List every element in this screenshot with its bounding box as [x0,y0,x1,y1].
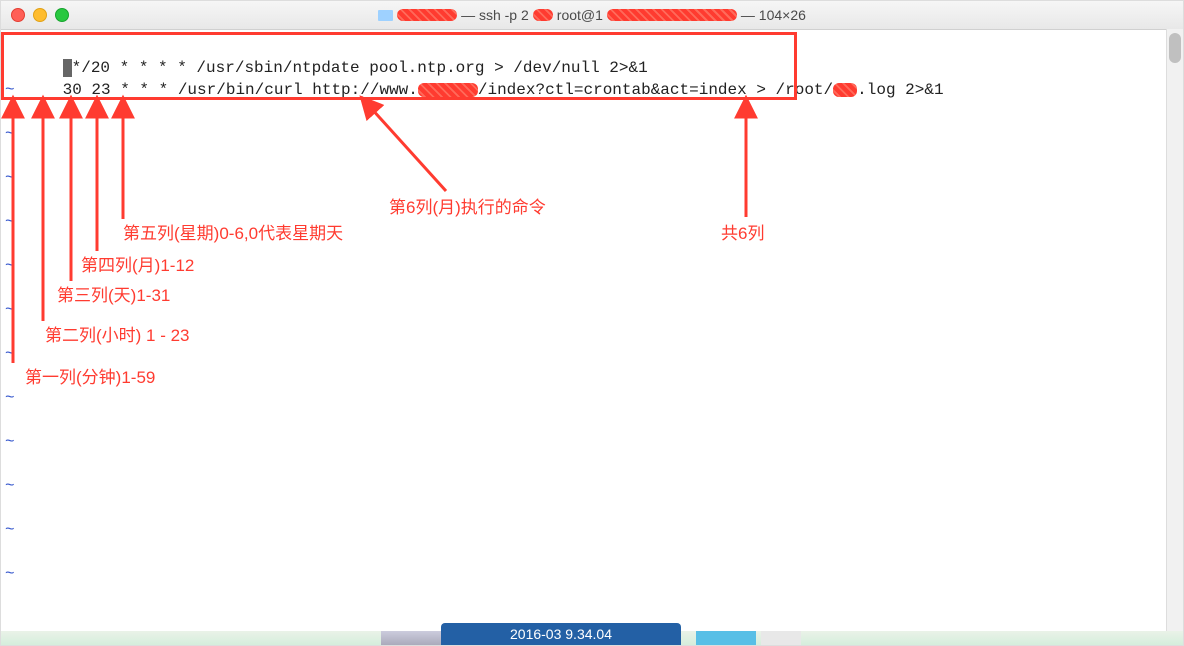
title-part3: — 104×26 [741,7,806,23]
redaction-icon [397,9,457,21]
annotation-col3: 第三列(天)1-31 [57,281,170,306]
title-part2: root@1 [557,7,603,23]
dock-item-strip [696,631,756,645]
redaction-icon [833,83,857,97]
vi-tilde: ~ [5,299,15,321]
close-icon[interactable] [11,8,25,22]
annotation-col5: 第五列(星期)0-6,0代表星期天 [123,219,343,244]
traffic-lights [11,8,69,22]
dock-item-strip [761,631,801,645]
vi-tilde: ~ [5,123,15,145]
annotation-col1: 第一列(分钟)1-59 [25,363,155,388]
screenshot-timestamp: 2016-03 9.34.04 [441,623,681,645]
crontab-line-2b: /index?ctl=crontab&act=index [478,81,747,99]
vi-tilde: ~ [5,519,15,541]
redaction-icon [607,9,737,21]
vi-tilde: ~ [5,79,15,101]
annotation-total: 共6列 [721,219,764,244]
vi-tilde: ~ [5,167,15,189]
window-title: — ssh -p 2 root@1 — 104×26 [1,7,1183,23]
vi-tilde: ~ [5,343,15,365]
zoom-icon[interactable] [55,8,69,22]
vi-tilde: ~ [5,475,15,497]
folder-icon [378,10,393,21]
vi-tilde: ~ [5,387,15,409]
crontab-line-2a: 30 23 * * * /usr/bin/curl http://www. [63,81,418,99]
redaction-icon [533,9,553,21]
title-part1: — ssh -p 2 [461,7,529,23]
scrollbar-thumb[interactable] [1169,33,1181,63]
crontab-line-2d: .log 2>&1 [857,81,943,99]
vi-tilde: ~ [5,255,15,277]
vi-tilde: ~ [5,211,15,233]
vi-tilde: ~ [5,431,15,453]
scrollbar[interactable] [1166,29,1183,645]
annotation-col4: 第四列(月)1-12 [81,251,194,276]
titlebar: — ssh -p 2 root@1 — 104×26 [1,1,1183,30]
minimize-icon[interactable] [33,8,47,22]
redaction-icon [418,83,478,97]
vi-tilde: ~ [5,563,15,585]
dock-item-strip [381,631,441,645]
annotation-col2: 第二列(小时) 1 - 23 [45,321,190,346]
terminal-window: — ssh -p 2 root@1 — 104×26 */20 * * * * … [0,0,1184,646]
crontab-line-2c: > /root/ [747,81,833,99]
annotation-col6: 第6列(月)执行的命令 [389,193,546,218]
